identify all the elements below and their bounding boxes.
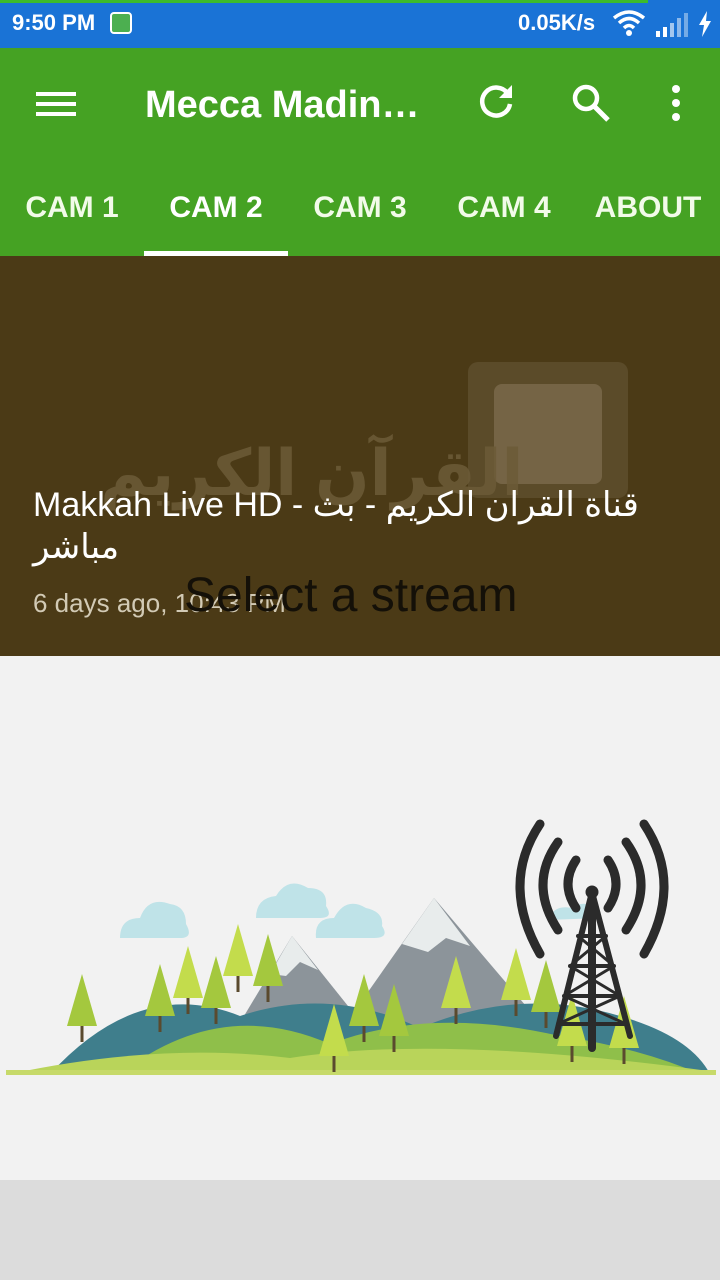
tab-cam-2[interactable]: CAM 2 — [144, 160, 288, 256]
app-notification-icon — [110, 12, 132, 34]
more-vert-icon[interactable] — [662, 82, 690, 124]
battery-charging-icon — [699, 11, 711, 37]
app-bar: Mecca Madin… CAM 1 CAM 2 CAM 3 CAM 4 ABO… — [0, 48, 720, 256]
bottom-panel — [0, 1180, 720, 1280]
tab-cam-4[interactable]: CAM 4 — [432, 160, 576, 256]
status-progress-line — [0, 0, 648, 3]
network-speed: 0.05K/s — [518, 10, 596, 35]
status-bar: 9:50 PM 0.05K/s — [0, 0, 720, 48]
tab-cam-3[interactable]: CAM 3 — [288, 160, 432, 256]
status-time: 9:50 PM — [12, 10, 96, 35]
video-title: Makkah Live HD - قناة القران الكريم - بث… — [33, 486, 639, 566]
video-player[interactable]: القرآن الكريم Makkah Live HD - قناة القر… — [0, 256, 720, 656]
refresh-icon[interactable] — [476, 82, 516, 122]
landscape-tower-illustration — [6, 819, 716, 1075]
tab-about[interactable]: ABOUT — [576, 160, 720, 256]
stream-illustration — [0, 656, 720, 1180]
tab-cam-1[interactable]: CAM 1 — [0, 160, 144, 256]
tab-bar: CAM 1 CAM 2 CAM 3 CAM 4 ABOUT — [0, 160, 720, 256]
select-stream-text: Select a stream — [184, 569, 518, 622]
search-icon[interactable] — [570, 82, 612, 124]
app-title: Mecca Madin… — [145, 84, 420, 126]
signal-icon — [656, 13, 688, 37]
wifi-icon — [612, 10, 646, 36]
menu-icon[interactable] — [36, 86, 76, 122]
